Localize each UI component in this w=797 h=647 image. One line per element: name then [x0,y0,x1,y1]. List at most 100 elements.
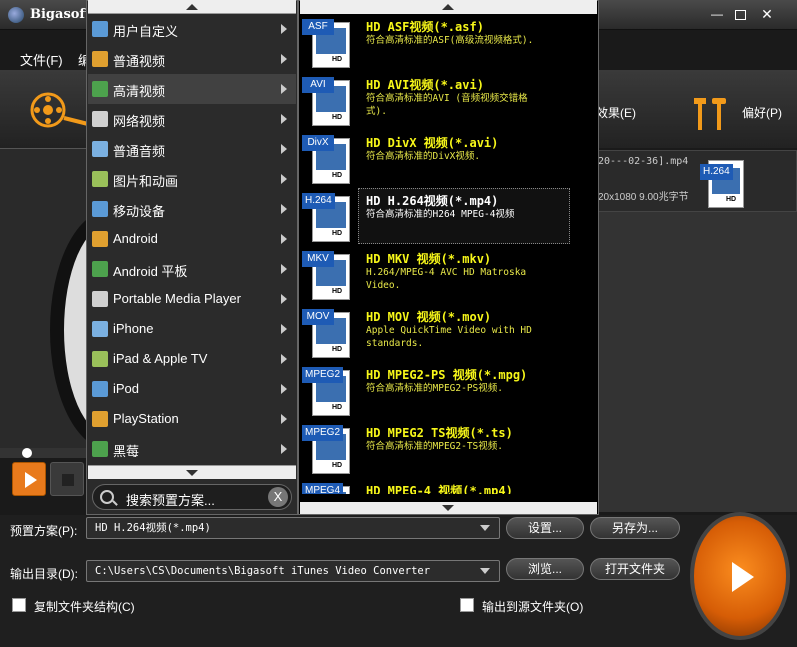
category-item[interactable]: PlayStation [88,404,296,434]
hd-label: HD [332,172,343,179]
category-item[interactable]: iPhone [88,314,296,344]
preferences-button[interactable]: 偏好(P) [742,104,782,121]
copy-structure-label: 复制文件夹结构(C) [34,600,135,614]
format-scroll-up[interactable] [300,0,597,14]
add-video-icon[interactable] [30,90,90,130]
category-item[interactable]: 图片和动画 [88,164,296,194]
chevron-right-icon [281,174,287,184]
video-file-icon: AVI HD [302,74,352,126]
close-icon[interactable]: ✕ [760,7,774,21]
preset-select[interactable]: HD H.264视频(*.mp4) [86,517,500,539]
format-title: HD MPEG-4 视频(*.mp4) [366,484,513,494]
format-item[interactable]: MKV HD HD MKV 视频(*.mkv) H.264/MPEG-4 AVC HD… [300,246,597,304]
search-placeholder[interactable]: 搜索预置方案... [126,490,215,509]
category-item[interactable]: 网络视频 [88,104,296,134]
format-item[interactable]: AVI HD HD AVI视频(*.avi) 符合高清标准的AVI (音频视频交错格式… [300,72,597,130]
category-scroll-up[interactable] [88,0,296,14]
format-title: HD H.264视频(*.mp4) [366,194,499,208]
format-badge: H.264 [302,193,335,209]
video-file-icon: H.264 HD [302,190,352,242]
chevron-down-icon[interactable] [480,568,490,574]
format-item[interactable]: H.264 HD HD H.264视频(*.mp4) 符合高清标准的H264 MPEG… [300,188,597,246]
category-item-label: Android 平板 [113,264,188,279]
file-format-badge: H.264 [700,164,733,180]
web-video-icon [92,111,108,127]
hd-label: HD [332,288,343,295]
video-file-icon: MKV HD [302,248,352,300]
format-item[interactable]: MPEG2 HD HD MPEG2-PS 视频(*.mpg) 符合高清标准的MPEG2… [300,362,597,420]
seek-handle[interactable] [22,448,32,458]
format-badge: MOV [302,309,334,325]
category-item[interactable]: Portable Media Player [88,284,296,314]
menu-file[interactable]: 文件(F) [20,50,63,69]
play-button[interactable] [12,462,46,496]
file-thumbnail: H.264 HD [700,160,744,208]
format-badge: MKV [302,251,334,267]
category-item-label: 高清视频 [113,84,166,99]
category-item-label: 用户自定义 [113,24,179,39]
android-icon [92,231,108,247]
category-scroll-down[interactable] [88,465,296,479]
category-item[interactable]: 普通音频 [88,134,296,164]
category-item[interactable]: 黑莓 [88,434,296,464]
category-item[interactable]: 高清视频 [88,74,296,104]
blackberry-icon [92,441,108,457]
format-title: HD MPEG2 TS视频(*.ts) [366,426,513,440]
format-badge: MPEG2 [302,367,344,383]
format-item[interactable]: MPEG4HD HD MPEG-4 视频(*.mp4) [300,478,597,494]
category-item[interactable]: Android 平板 [88,254,296,284]
chevron-right-icon [281,384,287,394]
open-folder-button[interactable]: 打开文件夹 [590,558,680,580]
category-item-label: iPhone [113,321,154,336]
category-item[interactable]: 普通视频 [88,44,296,74]
format-description: 符合高清标准的ASF(高级流视频格式). [366,35,534,46]
category-item[interactable]: iPod [88,374,296,404]
browse-button[interactable]: 浏览... [506,558,584,580]
maximize-icon[interactable] [735,10,746,20]
android-tablet-icon [92,261,108,277]
minimize-icon[interactable]: — [710,8,724,20]
clear-search-button[interactable]: X [268,487,288,507]
category-item[interactable]: iPad & Apple TV [88,344,296,374]
video-file-icon: DivX HD [302,132,352,184]
chevron-down-icon[interactable] [480,525,490,531]
stop-button[interactable] [50,462,84,496]
preset-label: 预置方案(P): [10,524,78,538]
chevron-right-icon [281,324,287,334]
category-item-label: Portable Media Player [113,291,241,306]
tools-icon[interactable] [690,94,730,132]
chevron-right-icon [281,54,287,64]
effect-button[interactable]: 效果(E) [596,104,636,121]
file-name: 20---02-36].mp4 [598,156,689,167]
output-to-source-label: 输出到源文件夹(O) [482,600,584,614]
category-item-label: Android [113,231,158,246]
format-title: HD MOV 视频(*.mov) [366,310,492,324]
format-item[interactable]: ASF HD HD ASF视频(*.asf) 符合高清标准的ASF(高级流视频格式). [300,14,597,72]
chevron-right-icon [281,84,287,94]
hd-label: HD [332,114,343,121]
video-icon [92,51,108,67]
format-badge: MPEG4 [302,483,344,494]
seek-bar[interactable] [0,448,88,458]
format-description: H.264/MPEG-4 AVC HD Matroska Video. [366,267,527,291]
format-description: Apple QuickTime Video with HD standards. [366,325,532,349]
output-to-source-checkbox[interactable] [460,598,474,612]
format-item[interactable]: MOV HD HD MOV 视频(*.mov) Apple QuickTime Vid… [300,304,597,362]
category-item-label: 移动设备 [113,204,166,219]
category-item[interactable]: Android [88,224,296,254]
format-item[interactable]: DivX HD HD DivX 视频(*.avi) 符合高清标准的DivX视频. [300,130,597,188]
settings-button[interactable]: 设置... [506,517,584,539]
window-title: Bigasoft [30,7,92,22]
category-item[interactable]: 移动设备 [88,194,296,224]
category-item[interactable]: 用户自定义 [88,14,296,44]
chevron-right-icon [281,144,287,154]
output-dir-select[interactable]: C:\Users\CS\Documents\Bigasoft iTunes Vi… [86,560,500,582]
category-item-label: PlayStation [113,411,179,426]
format-scroll-down[interactable] [300,502,597,514]
copy-structure-checkbox[interactable] [12,598,26,612]
user-icon [92,21,108,37]
save-as-button[interactable]: 另存为... [590,517,680,539]
convert-button[interactable] [690,512,790,640]
format-item[interactable]: MPEG2 HD HD MPEG2 TS视频(*.ts) 符合高清标准的MPEG2-T… [300,420,597,478]
format-description: 符合高清标准的DivX视频. [366,151,481,162]
